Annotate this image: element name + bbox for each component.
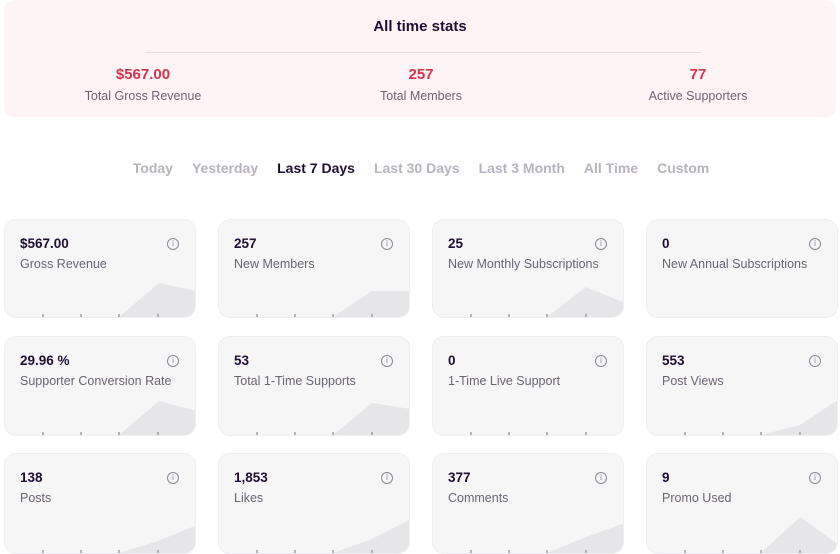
stat-label: Total Members — [380, 89, 462, 103]
card-total-1-time-supports[interactable]: 53 Total 1-Time Supports i — [218, 336, 410, 436]
card-new-monthly-subscriptions[interactable]: 25 New Monthly Subscriptions i — [432, 219, 624, 318]
card-value: 0 — [662, 236, 670, 251]
info-icon[interactable]: i — [167, 355, 179, 367]
filter-last-7-days[interactable]: Last 7 Days — [277, 160, 355, 176]
card-label: Post Views — [662, 374, 724, 388]
stat-value: 77 — [689, 66, 707, 83]
card-value: 1,853 — [234, 470, 268, 485]
info-icon[interactable]: i — [809, 238, 821, 250]
card-posts[interactable]: 138 Posts i — [4, 453, 196, 554]
card-value: $567.00 — [20, 236, 69, 251]
card-label: 1-Time Live Support — [448, 374, 561, 388]
card-label: Supporter Conversion Rate — [20, 374, 172, 388]
card-likes[interactable]: 1,853 Likes i — [218, 453, 410, 554]
sparkline — [219, 291, 409, 317]
card-label: New Members — [234, 257, 315, 271]
card-label: Posts — [20, 491, 52, 505]
card-promo-used[interactable]: 9 Promo Used i — [646, 453, 838, 554]
sparkline — [433, 523, 623, 553]
card-supporter-conversion-rate[interactable]: 29.96 % Supporter Conversion Rate i — [4, 336, 196, 436]
date-range-filters: Today Yesterday Last 7 Days Last 30 Days… — [0, 160, 840, 176]
card-label: Comments — [448, 491, 509, 505]
info-icon[interactable]: i — [167, 472, 179, 484]
info-icon[interactable]: i — [595, 238, 607, 250]
info-icon[interactable]: i — [809, 472, 821, 484]
sparkline — [647, 517, 837, 553]
stat-value: $567.00 — [115, 66, 171, 83]
card-gross-revenue[interactable]: $567.00 Gross Revenue i — [4, 219, 196, 318]
sparkline — [5, 401, 195, 435]
card-new-members[interactable]: 257 New Members i — [218, 219, 410, 318]
card-value: 257 — [234, 236, 257, 251]
info-icon[interactable]: i — [381, 472, 393, 484]
filter-all-time[interactable]: All Time — [584, 160, 638, 176]
filter-last-30-days[interactable]: Last 30 Days — [374, 160, 460, 176]
card-post-views[interactable]: 553 Post Views i — [646, 336, 838, 436]
card-new-annual-subscriptions[interactable]: 0 New Annual Subscriptions i — [646, 219, 838, 318]
card-1-time-live-support[interactable]: 0 1-Time Live Support i — [432, 336, 624, 436]
stat-active-supporters: 77 Active Supporters — [588, 66, 808, 103]
filter-custom[interactable]: Custom — [657, 160, 709, 176]
sparkline — [647, 400, 837, 435]
card-value: 138 — [20, 470, 43, 485]
all-time-stats-panel: All time stats $567.00 Total Gross Reven… — [4, 0, 836, 117]
info-icon[interactable]: i — [381, 355, 393, 367]
card-comments[interactable]: 377 Comments i — [432, 453, 624, 554]
divider — [145, 52, 701, 53]
sparkline — [5, 283, 195, 317]
card-label: Promo Used — [662, 491, 732, 505]
info-icon[interactable]: i — [595, 472, 607, 484]
filter-today[interactable]: Today — [133, 160, 173, 176]
stat-label: Total Gross Revenue — [84, 89, 202, 103]
card-label: Total 1-Time Supports — [234, 374, 356, 388]
card-value: 553 — [662, 353, 685, 368]
card-value: 25 — [448, 236, 464, 251]
card-label: New Monthly Subscriptions — [448, 257, 599, 271]
card-value: 29.96 % — [20, 353, 70, 368]
sparkline — [470, 432, 587, 435]
sparkline — [219, 403, 409, 435]
card-label: New Annual Subscriptions — [662, 257, 808, 271]
card-value: 0 — [448, 353, 456, 368]
info-icon[interactable]: i — [809, 355, 821, 367]
stat-value: 257 — [408, 66, 434, 83]
filter-yesterday[interactable]: Yesterday — [192, 160, 258, 176]
sparkline — [433, 287, 623, 317]
info-icon[interactable]: i — [167, 238, 179, 250]
info-icon[interactable]: i — [595, 355, 607, 367]
stat-label: Active Supporters — [648, 89, 748, 103]
sparkline — [5, 525, 195, 553]
card-value: 53 — [234, 353, 250, 368]
info-icon[interactable]: i — [381, 238, 393, 250]
card-label: Gross Revenue — [20, 257, 107, 271]
stat-total-members: 257 Total Members — [311, 66, 531, 103]
sparkline — [219, 520, 409, 553]
card-label: Likes — [234, 491, 264, 505]
filter-last-3-month[interactable]: Last 3 Month — [479, 160, 565, 176]
card-value: 377 — [448, 470, 471, 485]
card-value: 9 — [662, 470, 670, 485]
all-time-title: All time stats — [373, 18, 467, 35]
stat-total-gross-revenue: $567.00 Total Gross Revenue — [33, 66, 253, 103]
